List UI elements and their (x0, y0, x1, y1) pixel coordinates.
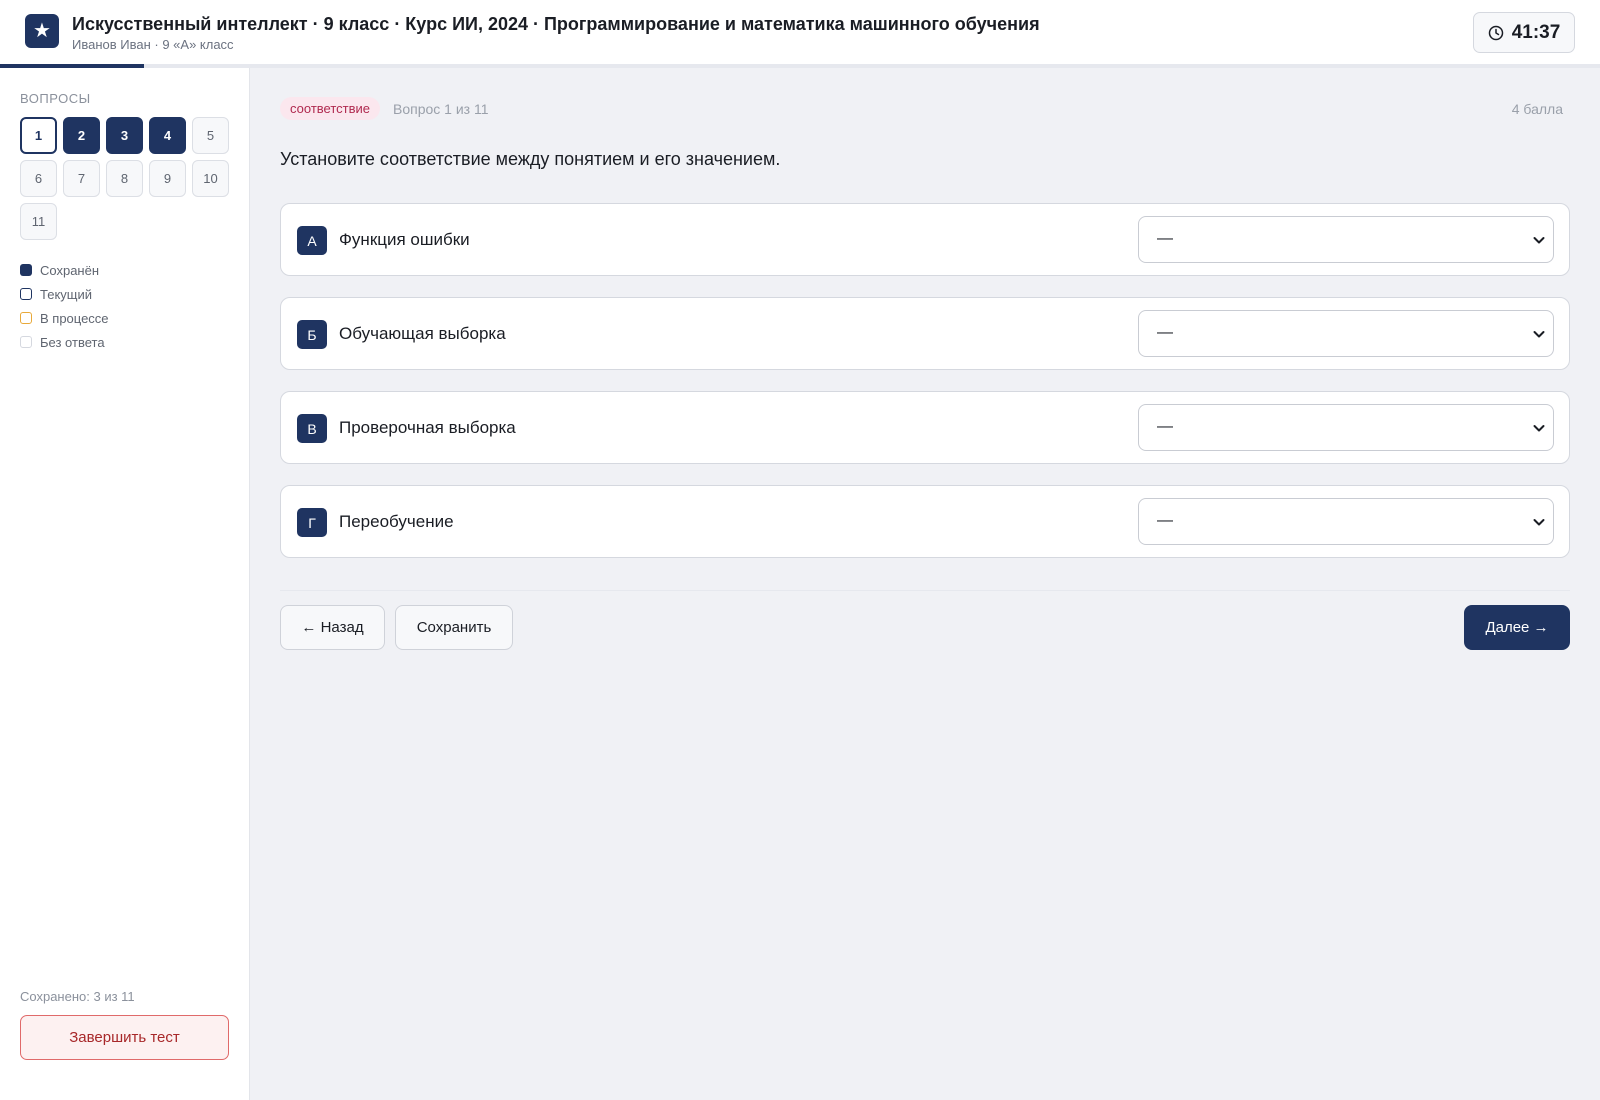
legend-swatch-unanswered (20, 336, 32, 348)
legend-swatch-in-progress (20, 312, 32, 324)
legend: Сохранён Текущий В процессе Без ответа (20, 258, 109, 354)
legend-label: Сохранён (40, 262, 100, 278)
question-nav-button[interactable]: 7 (63, 160, 100, 197)
question-nav-button[interactable]: 2 (63, 117, 100, 154)
answer-select[interactable]: — (1138, 404, 1554, 451)
sidebar: ВОПРОСЫ 1 2 3 4 5 6 7 8 9 10 11 Сохранён Текущий В… (0, 68, 250, 1100)
question-nav-button[interactable]: 5 (192, 117, 229, 154)
legend-label: Текущий (40, 286, 92, 302)
question-text: Установите соответствие между понятием и… (280, 149, 781, 169)
chevron-down-icon (1533, 237, 1545, 244)
chevron-down-icon (1533, 519, 1545, 526)
star-icon: ★ (25, 14, 59, 48)
top-header: ★ Искусственный интеллект · 9 класс · Ку… (0, 0, 1600, 66)
concept-label: Обучающая выборка (339, 324, 506, 343)
sidebar-heading: ВОПРОСЫ (20, 91, 91, 106)
question-points: 4 балла (1511, 101, 1563, 117)
divider (280, 590, 1570, 591)
row-letter: Б (297, 320, 327, 349)
question-nav-button[interactable]: 9 (149, 160, 186, 197)
question-nav-button[interactable]: 3 (106, 117, 143, 154)
answer-select[interactable]: — (1138, 216, 1554, 263)
concept-label: Проверочная выборка (339, 418, 516, 437)
concept-label: Функция ошибки (339, 230, 470, 249)
select-value: — (1157, 418, 1173, 435)
question-nav-button[interactable]: 8 (106, 160, 143, 197)
select-value: — (1157, 512, 1173, 529)
clock-icon (1488, 25, 1503, 40)
question-counter: Вопрос 1 из 11 (393, 101, 489, 117)
save-button[interactable]: Сохранить (395, 605, 513, 650)
match-row: В Проверочная выборка — (280, 391, 1570, 464)
answer-select[interactable]: — (1138, 310, 1554, 357)
legend-item-in-progress: В процессе (20, 306, 109, 330)
back-button[interactable]: ← Назад (280, 605, 385, 650)
match-row: А Функция ошибки — (280, 203, 1570, 276)
saved-count: Сохранено: 3 из 11 (20, 989, 135, 1004)
legend-item-saved: Сохранён (20, 258, 109, 282)
question-nav-button[interactable]: 1 (20, 117, 57, 154)
select-value: — (1157, 230, 1173, 247)
row-letter: Г (297, 508, 327, 537)
legend-item-unanswered: Без ответа (20, 330, 109, 354)
chevron-down-icon (1533, 425, 1545, 432)
match-row: Г Переобучение — (280, 485, 1570, 558)
question-type-tag: соответствие (280, 97, 380, 120)
legend-swatch-saved (20, 264, 32, 276)
row-letter: В (297, 414, 327, 443)
legend-label: Без ответа (40, 334, 105, 350)
timer-value: 41:37 (1511, 21, 1561, 43)
chevron-down-icon (1533, 331, 1545, 338)
match-list: А Функция ошибки — Б Обучающая выборка —… (280, 203, 1570, 579)
finish-test-button[interactable]: Завершить тест (20, 1015, 229, 1060)
answer-select[interactable]: — (1138, 498, 1554, 545)
course-title: Искусственный интеллект · 9 класс · Курс… (72, 14, 1040, 34)
timer: 41:37 (1473, 12, 1575, 53)
next-button[interactable]: Далее → (1464, 605, 1570, 650)
question-grid: 1 2 3 4 5 6 7 8 9 10 11 (20, 117, 235, 240)
question-nav-button[interactable]: 11 (20, 203, 57, 240)
concept-label: Переобучение (339, 512, 454, 531)
student-info: Иванов Иван · 9 «А» класс (72, 37, 234, 52)
legend-label: В процессе (40, 310, 109, 326)
row-letter: А (297, 226, 327, 255)
question-panel: соответствие Вопрос 1 из 11 4 балла Уста… (251, 68, 1600, 1100)
question-nav-button[interactable]: 4 (149, 117, 186, 154)
match-row: Б Обучающая выборка — (280, 297, 1570, 370)
select-value: — (1157, 324, 1173, 341)
legend-item-current: Текущий (20, 282, 109, 306)
question-nav-button[interactable]: 10 (192, 160, 229, 197)
question-nav-button[interactable]: 6 (20, 160, 57, 197)
legend-swatch-current (20, 288, 32, 300)
